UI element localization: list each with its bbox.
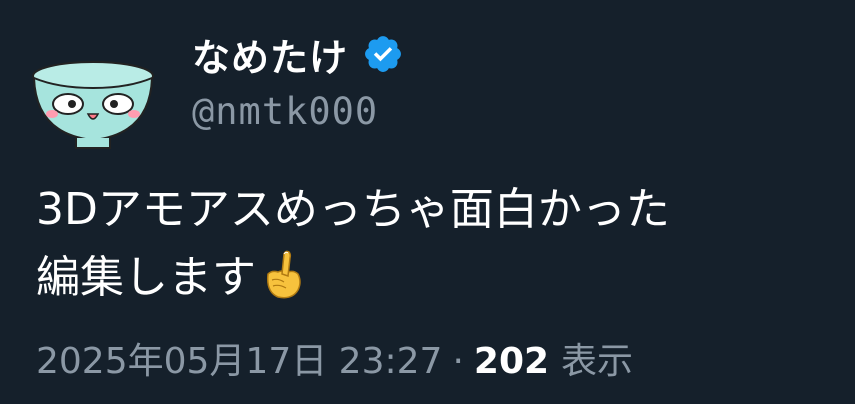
tweet-author-header: なめたけ @nmtk000 [192, 26, 404, 133]
tweet-text-line-1: 3Dアモアスめっちゃ面白かった [36, 184, 670, 235]
pointing-up-emoji-icon [260, 248, 304, 300]
display-name[interactable]: なめたけ [192, 27, 348, 82]
bowl-character-avatar-icon [32, 61, 154, 149]
tweet-body: 3Dアモアスめっちゃ面白かった 編集します [36, 176, 836, 312]
meta-separator: · [452, 341, 464, 382]
tweet-text-line-2: 編集します [36, 252, 256, 303]
tweet-timestamp[interactable]: 2025年05月17日 23:27 [36, 332, 442, 384]
view-count: 202 [473, 341, 550, 382]
views-label: 表示 [561, 341, 634, 382]
verified-badge-icon[interactable] [362, 33, 404, 75]
tweet-meta: 2025年05月17日 23:27 · 202 表示 [36, 332, 633, 384]
user-handle[interactable]: @nmtk000 [192, 90, 404, 133]
avatar[interactable] [28, 56, 158, 152]
